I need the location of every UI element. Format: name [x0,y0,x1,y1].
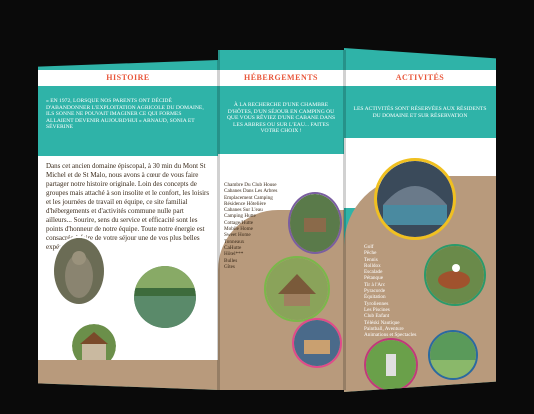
statue-photo [52,236,106,306]
fold-line [217,50,220,390]
activite-item: Animations et Spectacles [364,332,417,339]
lake-photo [132,264,198,330]
histoire-intro: « EN 1972, LORSQUE NOS PARENTS ONT DÉCID… [46,98,204,130]
panel-activites: ACTIVITÉS LES ACTIVITÉS SONT RÉSERVÉES A… [344,48,496,392]
cottage-photo [292,318,342,368]
golf-photo [364,338,418,392]
horse-riding-photo [424,244,486,306]
activites-title: ACTIVITÉS [395,73,445,82]
fold-line [343,50,346,390]
brochure-photo: HISTOIRE « EN 1972, LORSQUE NOS PARENTS … [0,0,534,414]
park-photo [428,330,478,380]
hebergements-title: HÉBERGEMENTS [243,73,318,82]
hut-photo [264,256,330,322]
panel-hebergements: HÉBERGEMENTS À LA RECHERCHE D'UNE CHAMBR… [218,50,344,390]
hebergements-intro: À LA RECHERCHE D'UNE CHAMBRE D'HÔTES, D'… [226,102,336,134]
hebergements-list: Chambre Du Club House Cabanes Dans Les A… [224,182,294,270]
treehouse-photo [288,192,342,254]
activites-intro: LES ACTIVITÉS SONT RÉSERVÉES AUX RÉSIDEN… [353,106,487,119]
histoire-title: HISTOIRE [106,73,150,82]
panel-histoire: HISTOIRE « EN 1972, LORSQUE NOS PARENTS … [38,60,218,390]
pool-dome-photo [374,158,456,240]
activites-list: Golf Pêche Tennis Rolldox Escalade Pétan… [364,244,434,338]
